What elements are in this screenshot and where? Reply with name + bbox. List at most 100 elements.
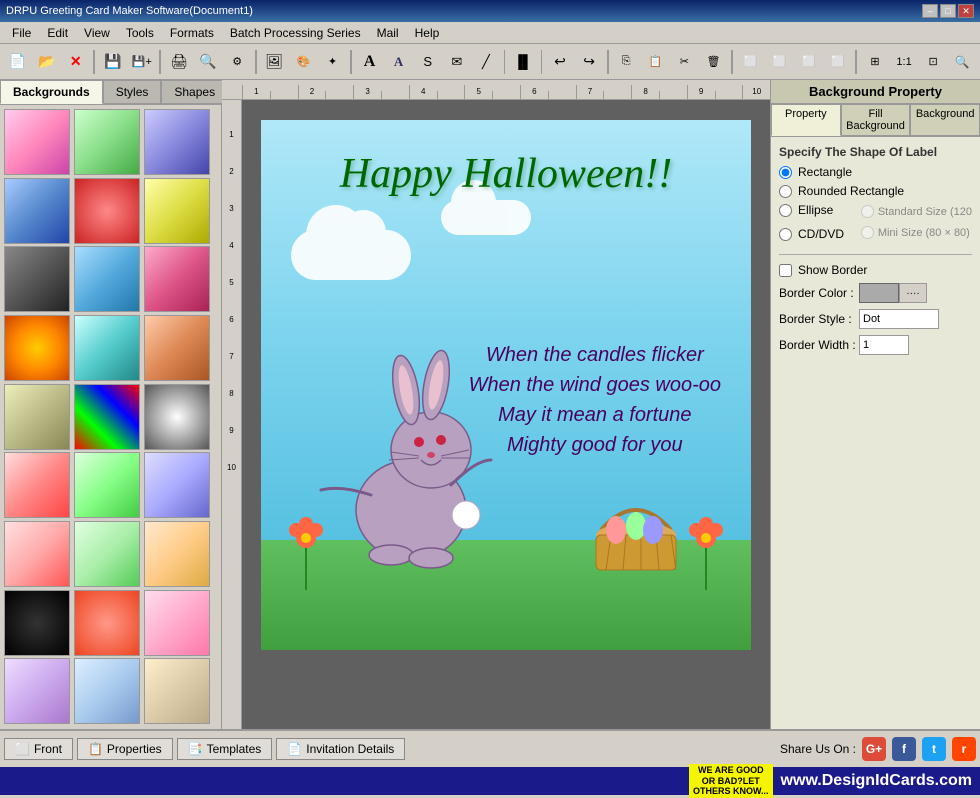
border-color-picker-button[interactable]: ···· xyxy=(899,283,927,303)
templates-button[interactable]: 📑 Templates xyxy=(177,738,273,760)
menu-mail[interactable]: Mail xyxy=(369,24,407,42)
list-item[interactable] xyxy=(144,246,210,312)
list-item[interactable] xyxy=(4,590,70,656)
radio-rounded-rectangle[interactable] xyxy=(779,185,792,198)
menu-view[interactable]: View xyxy=(76,24,118,42)
redo-button[interactable]: ↪ xyxy=(576,48,603,76)
stamp-button[interactable]: ✦ xyxy=(319,48,346,76)
list-item[interactable] xyxy=(144,452,210,518)
image-button[interactable]: 🖼 xyxy=(261,48,288,76)
twitter-button[interactable]: t xyxy=(922,737,946,761)
align-right-button[interactable]: ⬜ xyxy=(766,48,793,76)
delete-button[interactable]: 🗑 xyxy=(700,48,727,76)
list-item[interactable] xyxy=(144,315,210,381)
list-item[interactable] xyxy=(4,384,70,450)
undo-button[interactable]: ↩ xyxy=(546,48,573,76)
list-item[interactable] xyxy=(74,658,140,724)
invitation-button[interactable]: 📄 Invitation Details xyxy=(276,738,405,760)
tab-property[interactable]: Property xyxy=(771,104,841,136)
menu-help[interactable]: Help xyxy=(407,24,448,42)
list-item[interactable] xyxy=(74,452,140,518)
size-option-mini: Mini Size (80 × 80) xyxy=(861,226,972,239)
close-button[interactable]: ✕ xyxy=(958,4,974,18)
menu-file[interactable]: File xyxy=(4,24,39,42)
list-item[interactable] xyxy=(74,384,140,450)
list-item[interactable] xyxy=(4,109,70,175)
list-item[interactable] xyxy=(4,452,70,518)
menu-batch[interactable]: Batch Processing Series xyxy=(222,24,369,42)
save-button[interactable]: 💾 xyxy=(99,48,126,76)
tab-backgrounds[interactable]: Backgrounds xyxy=(0,80,103,104)
print-preview-button[interactable]: 🔍 xyxy=(195,48,222,76)
tab-styles[interactable]: Styles xyxy=(103,80,162,104)
list-item[interactable] xyxy=(144,658,210,724)
color-button[interactable]: 🎨 xyxy=(290,48,317,76)
minimize-button[interactable]: – xyxy=(922,4,938,18)
list-item[interactable] xyxy=(144,521,210,587)
list-item[interactable] xyxy=(4,521,70,587)
close-doc-button[interactable]: ✕ xyxy=(62,48,89,76)
barcode-button[interactable]: ▐▌ xyxy=(509,48,536,76)
radio-rectangle[interactable] xyxy=(779,166,792,179)
open-button[interactable]: 📂 xyxy=(33,48,60,76)
cut-button[interactable]: ✂ xyxy=(671,48,698,76)
shape-options: Rectangle Rounded Rectangle Ellipse xyxy=(779,165,972,246)
list-item[interactable] xyxy=(4,658,70,724)
print-settings-button[interactable]: ⚙ xyxy=(224,48,251,76)
radio-ellipse[interactable] xyxy=(779,204,792,217)
menu-edit[interactable]: Edit xyxy=(39,24,76,42)
list-item[interactable] xyxy=(144,384,210,450)
new-button[interactable]: 📄 xyxy=(4,48,31,76)
table-button[interactable]: ⊞ xyxy=(861,48,888,76)
radio-cddvd[interactable] xyxy=(779,228,792,241)
reddit-button[interactable]: r xyxy=(952,737,976,761)
zoom-in-button[interactable]: 🔍 xyxy=(949,48,976,76)
list-item[interactable] xyxy=(4,315,70,381)
flip-h-button[interactable]: ⬜ xyxy=(795,48,822,76)
save-as-button[interactable]: 💾+ xyxy=(128,48,155,76)
list-item[interactable] xyxy=(74,521,140,587)
list-item[interactable] xyxy=(74,246,140,312)
tab-fill-background[interactable]: Fill Background xyxy=(841,104,911,136)
fit-button[interactable]: ⊡ xyxy=(920,48,947,76)
symbol-button[interactable]: S xyxy=(414,48,441,76)
copy-button[interactable]: ⎘ xyxy=(613,48,640,76)
flip-v-button[interactable]: ⬜ xyxy=(824,48,851,76)
border-style-input[interactable] xyxy=(859,309,939,329)
list-item[interactable] xyxy=(4,178,70,244)
size-option-standard: Standard Size (120 xyxy=(861,205,972,218)
show-border-checkbox[interactable] xyxy=(779,264,792,277)
border-color-swatch[interactable] xyxy=(859,283,899,303)
text-button[interactable]: A xyxy=(356,48,383,76)
front-button[interactable]: ⬜ Front xyxy=(4,738,73,760)
list-item[interactable] xyxy=(74,178,140,244)
cloud-1 xyxy=(291,230,411,280)
tab-shapes[interactable]: Shapes xyxy=(161,80,228,104)
radio-standard-size[interactable] xyxy=(861,205,874,218)
list-item[interactable] xyxy=(74,315,140,381)
list-item[interactable] xyxy=(74,590,140,656)
list-item[interactable] xyxy=(4,246,70,312)
canvas-wrapper[interactable]: Happy Halloween!! When the candles flick… xyxy=(242,100,770,729)
list-item[interactable] xyxy=(144,109,210,175)
list-item[interactable] xyxy=(144,178,210,244)
list-item[interactable] xyxy=(74,109,140,175)
line-button[interactable]: ╱ xyxy=(472,48,499,76)
facebook-button[interactable]: f xyxy=(892,737,916,761)
radio-mini-size[interactable] xyxy=(861,226,874,239)
border-width-input[interactable] xyxy=(859,335,909,355)
google-plus-button[interactable]: G+ xyxy=(862,737,886,761)
tab-background[interactable]: Background xyxy=(910,104,980,136)
print-button[interactable]: 🖨 xyxy=(165,48,192,76)
menu-formats[interactable]: Formats xyxy=(162,24,222,42)
maximize-button[interactable]: □ xyxy=(940,4,956,18)
invitation-icon: 📄 xyxy=(287,742,302,756)
menu-tools[interactable]: Tools xyxy=(118,24,162,42)
zoom-100-button[interactable]: 1:1 xyxy=(891,48,918,76)
properties-button[interactable]: 📋 Properties xyxy=(77,738,173,760)
paste-button[interactable]: 📋 xyxy=(642,48,669,76)
mail-button[interactable]: ✉ xyxy=(443,48,470,76)
align-left-button[interactable]: ⬜ xyxy=(737,48,764,76)
list-item[interactable] xyxy=(144,590,210,656)
wordart-button[interactable]: A xyxy=(385,48,412,76)
